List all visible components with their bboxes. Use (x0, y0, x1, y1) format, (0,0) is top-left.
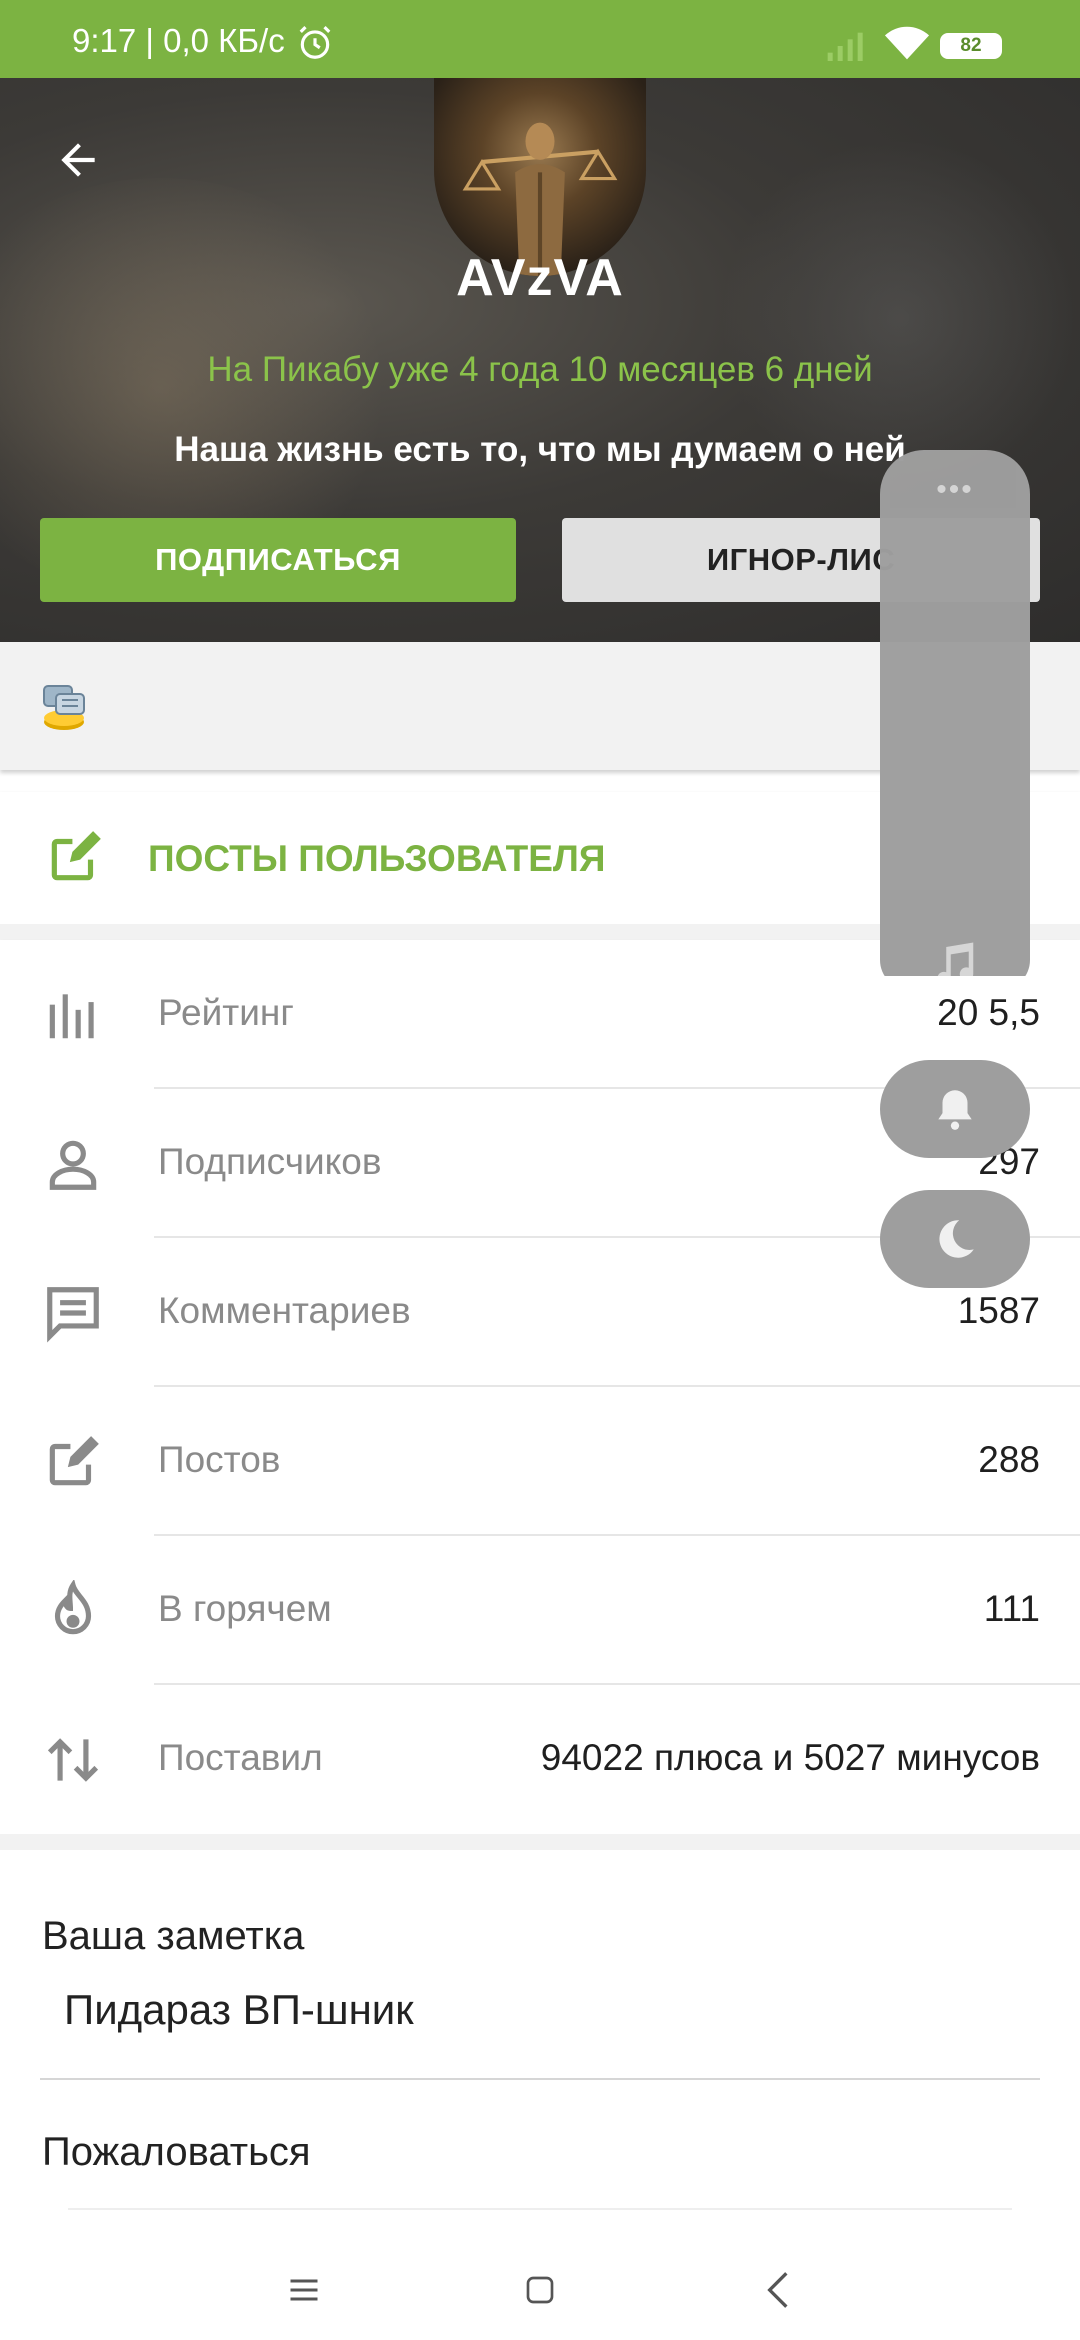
back-nav-icon[interactable] (764, 2270, 792, 2310)
note-title: Ваша заметка (42, 1914, 305, 1958)
person-icon (49, 1140, 97, 1190)
fire-icon (54, 1580, 92, 1635)
stat-label: В горячем (158, 1588, 332, 1629)
justice-statue-icon (462, 122, 618, 276)
report-button[interactable]: Пожаловаться (42, 2130, 311, 2175)
alarm-icon (299, 26, 331, 59)
wifi-icon (884, 26, 930, 60)
stat-label: Рейтинг (158, 992, 294, 1033)
stat-row-votes: Поставил 94022 плюса и 5027 минусов (0, 1685, 1080, 1834)
subscribe-button[interactable]: ПОДПИСАТЬСЯ (40, 518, 516, 602)
stat-label: Подписчиков (158, 1141, 382, 1182)
stat-row-posts: Постов 288 (0, 1387, 1080, 1536)
stat-label: Поставил (158, 1737, 323, 1778)
moon-icon (939, 1220, 974, 1258)
avatar[interactable] (434, 78, 646, 276)
tenure-text: На Пикабу уже 4 года 10 месяцев 6 дней (207, 350, 873, 389)
system-nav-bar (0, 2240, 1080, 2340)
divider (68, 2208, 1012, 2210)
status-time: 9:17 | 0,0 КБ/с (72, 22, 285, 59)
floating-bell-button[interactable] (880, 1060, 1030, 1158)
username: AVzVA (456, 249, 624, 307)
comment-icon (47, 1287, 99, 1343)
stat-row-hot: В горячем 111 (0, 1536, 1080, 1685)
user-posts-label: ПОСТЫ ПОЛЬЗОВАТЕЛЯ (148, 838, 606, 879)
award-icon[interactable] (36, 678, 92, 734)
arrow-back-icon (61, 143, 95, 177)
stat-label: Комментариев (158, 1290, 411, 1331)
bar-chart-icon (49, 994, 94, 1039)
edit-square-icon (51, 831, 101, 881)
note-field[interactable]: Пидараз ВП-шник (64, 1986, 414, 2034)
floating-media-panel[interactable]: ••• (880, 450, 1030, 990)
floating-moon-button[interactable] (880, 1190, 1030, 1288)
stat-value: 111 (983, 1588, 1040, 1629)
battery-indicator: 82 (940, 33, 1002, 59)
stat-value: 94022 плюса и 5027 минусов (540, 1737, 1040, 1778)
stat-value: 20 5,5 (937, 992, 1040, 1033)
bell-icon (938, 1090, 972, 1130)
note-section: Ваша заметка Пидараз ВП-шник Пожаловатьс… (0, 1850, 1080, 2240)
signal-icon (827, 32, 863, 61)
divider (40, 2078, 1040, 2080)
home-icon[interactable] (524, 2274, 556, 2306)
stat-value: 288 (978, 1439, 1040, 1480)
edit-icon (49, 1436, 99, 1486)
menu-icon[interactable] (286, 2272, 322, 2308)
more-dots-icon[interactable]: ••• (880, 475, 1030, 505)
stat-label: Постов (158, 1439, 281, 1480)
stat-value: 1587 (957, 1290, 1040, 1331)
back-button[interactable] (40, 122, 116, 198)
status-bar: 9:17 | 0,0 КБ/с 82 (0, 0, 1080, 78)
swap-vertical-icon (47, 1738, 99, 1782)
